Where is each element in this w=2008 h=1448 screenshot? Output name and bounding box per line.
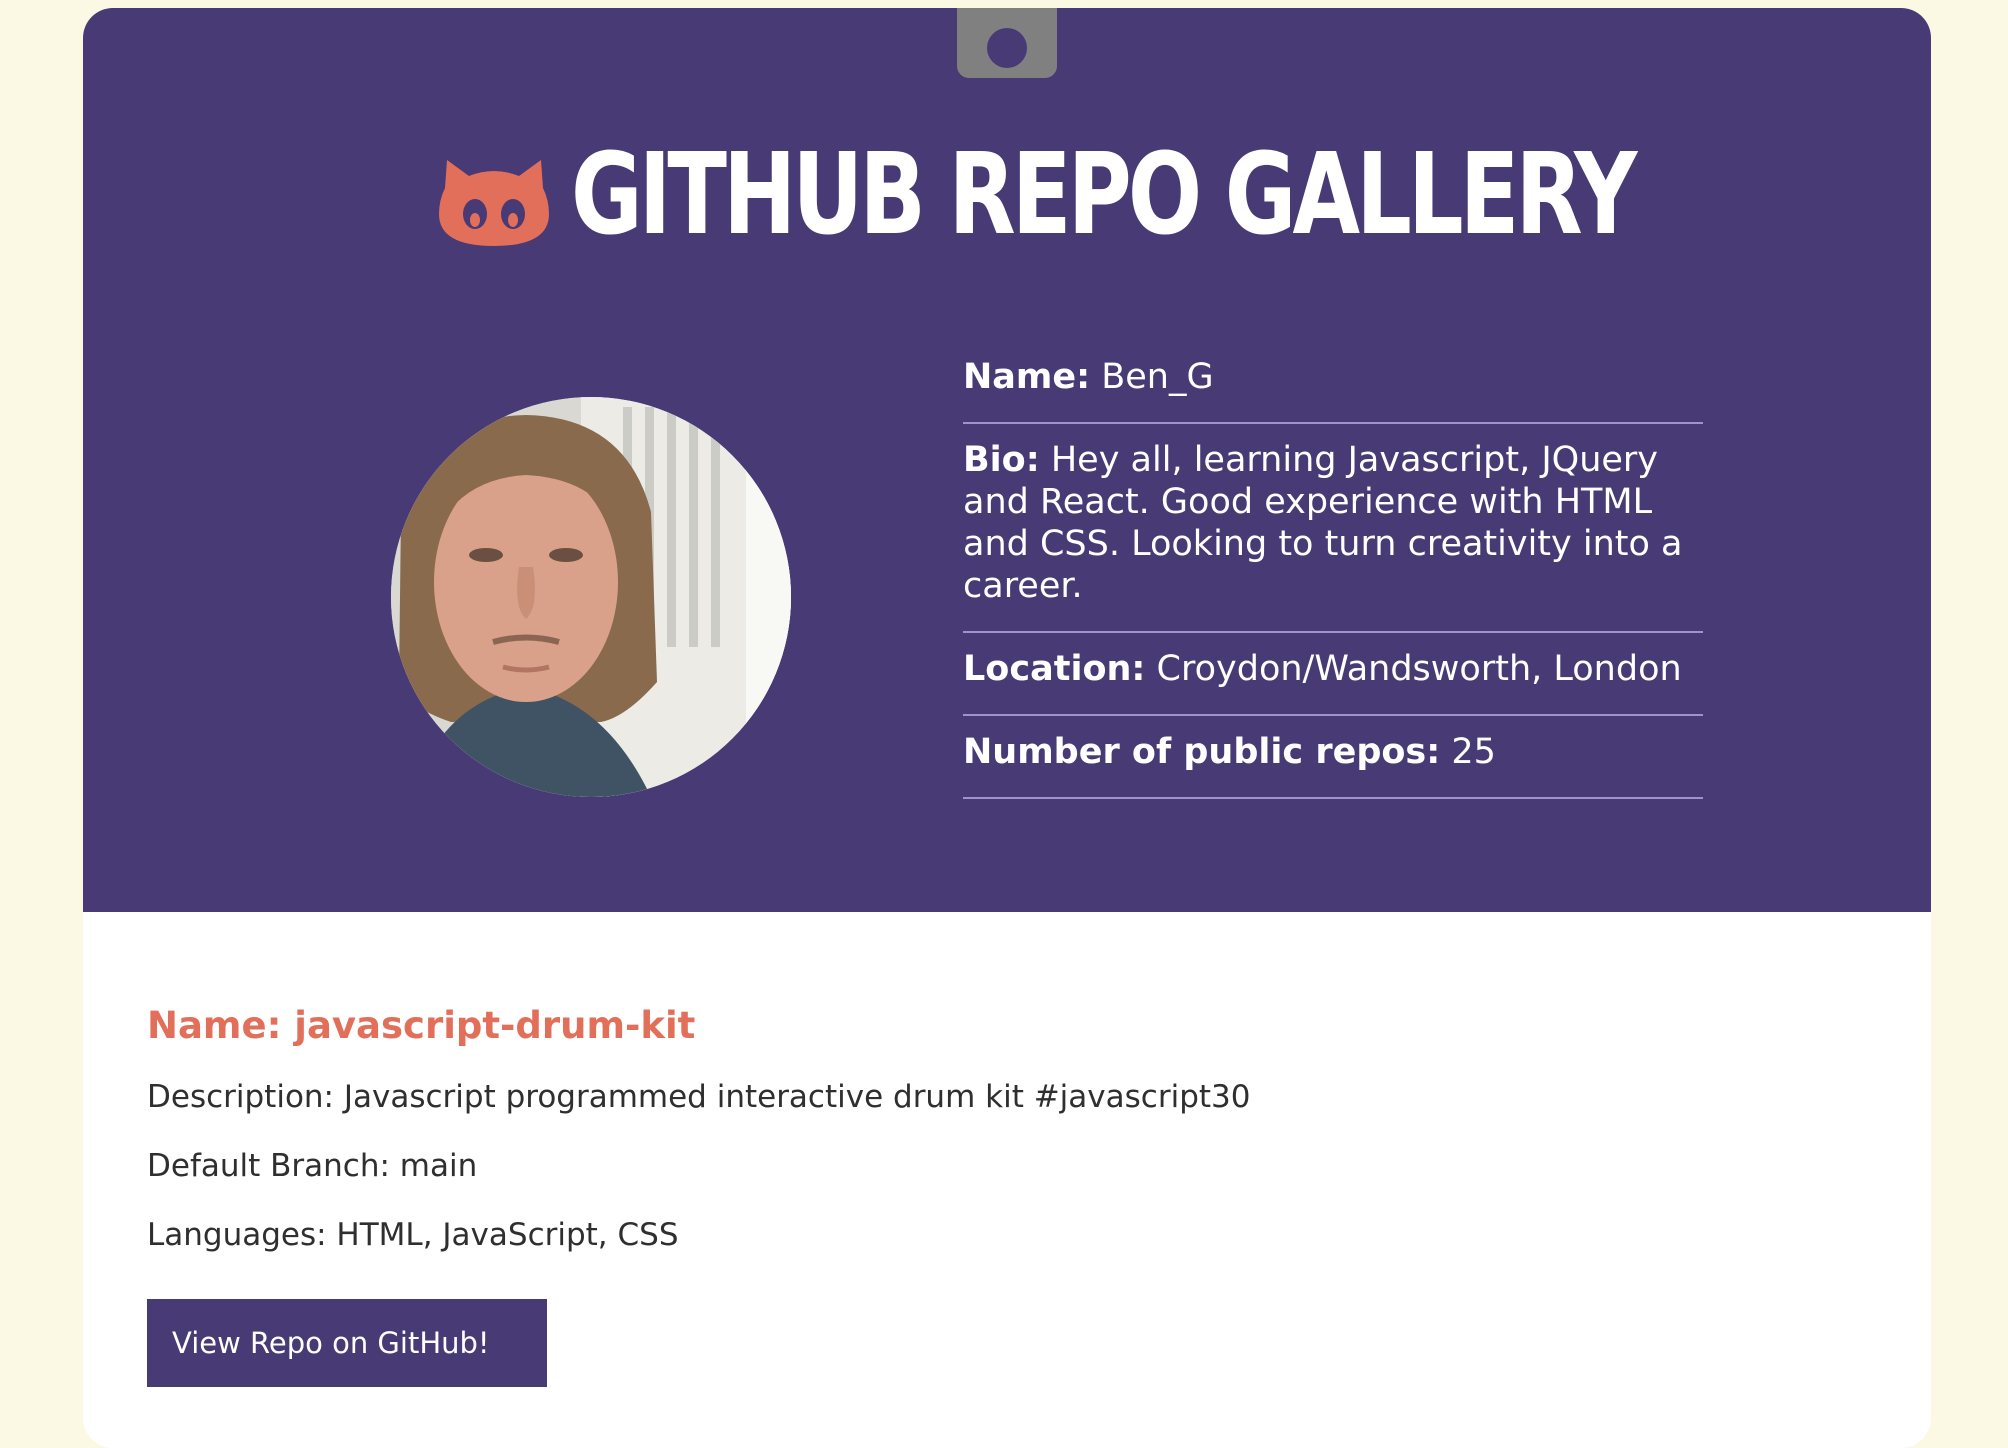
repo-default-branch: Default Branch: main <box>147 1148 478 1184</box>
profile-repos-label: Number of public repos: <box>963 732 1441 772</box>
avatar <box>391 397 791 797</box>
title-row: GITHUB REPO GALLERY <box>83 126 1931 266</box>
profile-location-row: Location: Croydon/Wandsworth, London <box>963 633 1703 716</box>
profile-repos-value: 25 <box>1451 732 1496 772</box>
profile-info: Name: Ben_G Bio: Hey all, learning Javas… <box>963 356 1703 799</box>
profile-repos-row: Number of public repos: 25 <box>963 716 1703 799</box>
hanger-hole <box>987 28 1027 68</box>
repo-description: Description: Javascript programmed inter… <box>147 1079 1251 1115</box>
profile-bio-row: Bio: Hey all, learning Javascript, JQuer… <box>963 424 1703 633</box>
profile-name-value: Ben_G <box>1101 357 1214 397</box>
profile-location-value: Croydon/Wandsworth, London <box>1156 649 1682 689</box>
profile-bio-value: Hey all, learning Javascript, JQuery and… <box>963 440 1683 606</box>
repo-name: Name: javascript-drum-kit <box>147 1004 696 1047</box>
profile-bio-label: Bio: <box>963 440 1040 480</box>
gallery-card: GITHUB REPO GALLERY Name: Ben_G Bio: Hey… <box>83 8 1931 1448</box>
octocat-logo-icon <box>439 160 549 246</box>
repo-languages: Languages: HTML, JavaScript, CSS <box>147 1217 679 1253</box>
profile-name-label: Name: <box>963 357 1091 397</box>
hanger-tab <box>957 8 1057 78</box>
profile-photo <box>391 397 791 797</box>
repo-card: Name: javascript-drum-kit Description: J… <box>147 1000 1847 1387</box>
view-repo-button[interactable]: View Repo on GitHub! <box>147 1299 547 1387</box>
profile-name-row: Name: Ben_G <box>963 356 1703 424</box>
profile-location-label: Location: <box>963 649 1146 689</box>
page-title: GITHUB REPO GALLERY <box>571 130 1637 260</box>
profile-header: GITHUB REPO GALLERY Name: Ben_G Bio: Hey… <box>83 8 1931 912</box>
